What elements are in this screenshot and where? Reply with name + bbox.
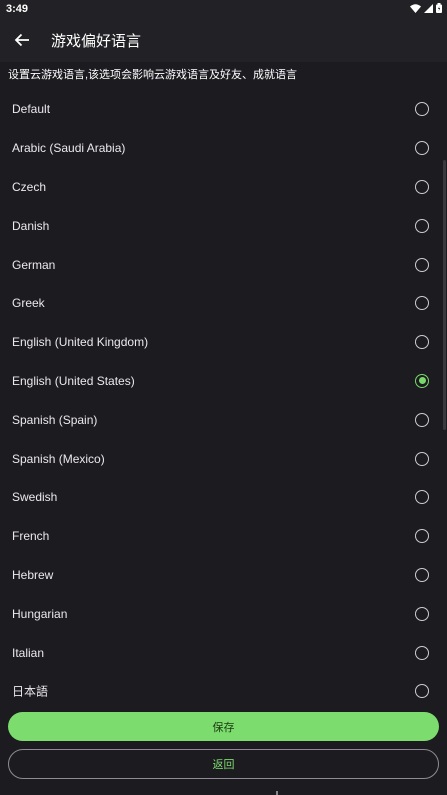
language-label: Danish <box>12 218 50 233</box>
language-item-greek[interactable]: Greek <box>0 284 447 323</box>
language-label: Czech <box>12 179 47 194</box>
arrow-left-icon <box>14 33 29 47</box>
status-icons <box>410 3 442 13</box>
language-item-italian[interactable]: Italian <box>0 633 447 672</box>
language-item-hebrew[interactable]: Hebrew <box>0 556 447 595</box>
language-item-czech[interactable]: Czech <box>0 168 447 207</box>
scrollbar[interactable] <box>443 160 446 430</box>
page-title: 游戏偏好语言 <box>51 33 142 50</box>
app-bar: 游戏偏好语言 <box>0 18 447 62</box>
radio-button[interactable] <box>415 257 429 272</box>
language-item-default[interactable]: Default <box>0 90 447 129</box>
language-label: Arabic (Saudi Arabia) <box>12 141 126 156</box>
radio-button[interactable] <box>415 141 429 156</box>
status-time: 3:49 <box>6 3 29 15</box>
radio-button-selected[interactable] <box>415 373 429 388</box>
return-button[interactable]: 返回 <box>8 749 439 779</box>
language-label: Spanish (Mexico) <box>12 451 105 466</box>
radio-button[interactable] <box>415 296 429 311</box>
language-label: Italian <box>12 645 45 660</box>
radio-button[interactable] <box>415 412 429 427</box>
radio-button[interactable] <box>415 335 429 350</box>
save-button[interactable]: 保存 <box>8 712 439 741</box>
language-label: Swedish <box>12 490 58 505</box>
language-item-english-us[interactable]: English (United States) <box>0 362 447 401</box>
radio-button[interactable] <box>415 606 429 621</box>
language-item-danish[interactable]: Danish <box>0 206 447 245</box>
language-label: Default <box>12 102 51 117</box>
language-item-swedish[interactable]: Swedish <box>0 478 447 517</box>
language-label: German <box>12 257 56 272</box>
language-item-french[interactable]: French <box>0 517 447 556</box>
radio-button[interactable] <box>415 490 429 505</box>
language-label: English (United Kingdom) <box>12 335 149 350</box>
language-label: Greek <box>12 296 45 311</box>
battery-icon <box>436 3 442 13</box>
language-item-spanish-spain[interactable]: Spanish (Spain) <box>0 400 447 439</box>
description-text: 设置云游戏语言,该选项会影响云游戏语言及好友、成就语言 <box>8 69 298 81</box>
wifi-icon <box>410 3 421 13</box>
home-indicator <box>276 791 278 795</box>
radio-button[interactable] <box>415 567 429 582</box>
language-item-arabic-sa[interactable]: Arabic (Saudi Arabia) <box>0 129 447 168</box>
language-label: Hungarian <box>12 606 68 621</box>
language-label: Spanish (Spain) <box>12 412 98 427</box>
language-label: French <box>12 529 50 544</box>
language-label: 日本語 <box>12 684 49 699</box>
radio-button[interactable] <box>415 218 429 233</box>
radio-button[interactable] <box>415 451 429 466</box>
back-arrow-button[interactable] <box>8 26 36 54</box>
radio-button[interactable] <box>415 529 429 544</box>
radio-button[interactable] <box>415 179 429 194</box>
language-item-japanese[interactable]: 日本語 <box>0 672 447 704</box>
radio-button[interactable] <box>415 102 429 117</box>
language-item-hungarian[interactable]: Hungarian <box>0 594 447 633</box>
radio-button[interactable] <box>415 684 429 699</box>
language-label: English (United States) <box>12 373 135 388</box>
language-label: Hebrew <box>12 567 54 582</box>
signal-icon <box>424 3 433 13</box>
language-item-english-uk[interactable]: English (United Kingdom) <box>0 323 447 362</box>
language-item-german[interactable]: German <box>0 245 447 284</box>
radio-button[interactable] <box>415 645 429 660</box>
language-item-spanish-mexico[interactable]: Spanish (Mexico) <box>0 439 447 478</box>
status-bar: 3:49 <box>0 0 447 18</box>
language-list[interactable]: Default Arabic (Saudi Arabia) Czech Dani… <box>0 90 447 704</box>
